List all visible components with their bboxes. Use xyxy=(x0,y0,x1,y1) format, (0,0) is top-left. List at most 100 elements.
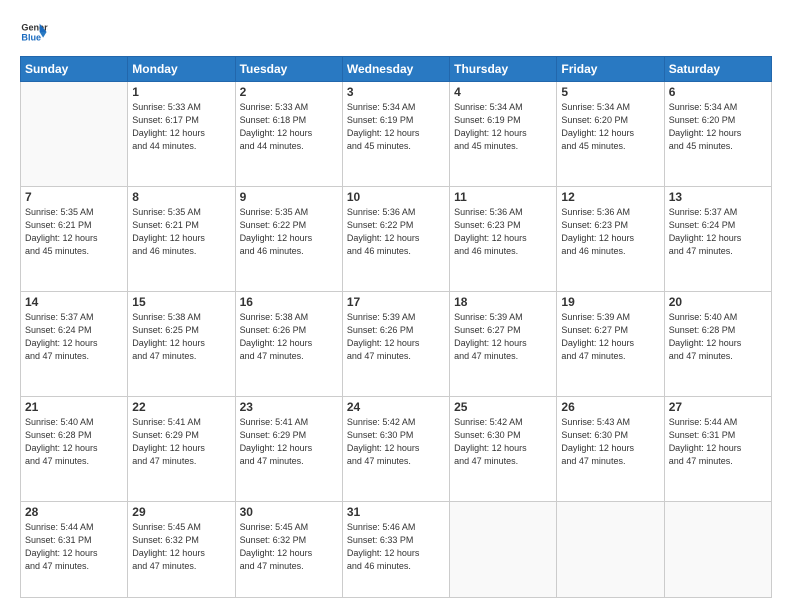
day-number: 20 xyxy=(669,295,767,309)
day-cell: 15 Sunrise: 5:38 AM Sunset: 6:25 PM Dayli… xyxy=(128,291,235,396)
day-info: Sunrise: 5:43 AM Sunset: 6:30 PM Dayligh… xyxy=(561,416,659,468)
day-info: Sunrise: 5:45 AM Sunset: 6:32 PM Dayligh… xyxy=(132,521,230,573)
day-cell: 4 Sunrise: 5:34 AM Sunset: 6:19 PM Daylig… xyxy=(450,82,557,187)
day-number: 25 xyxy=(454,400,552,414)
day-number: 31 xyxy=(347,505,445,519)
day-info: Sunrise: 5:37 AM Sunset: 6:24 PM Dayligh… xyxy=(669,206,767,258)
week-row-4: 21 Sunrise: 5:40 AM Sunset: 6:28 PM Dayli… xyxy=(21,396,772,501)
header-row: SundayMondayTuesdayWednesdayThursdayFrid… xyxy=(21,57,772,82)
day-cell: 8Sunrise: 5:35 AM Sunset: 6:21 PM Daylig… xyxy=(128,186,235,291)
day-info: Sunrise: 5:38 AM Sunset: 6:25 PM Dayligh… xyxy=(132,311,230,363)
day-cell: 27 Sunrise: 5:44 AM Sunset: 6:31 PM Dayli… xyxy=(664,396,771,501)
day-cell: 25Sunrise: 5:42 AM Sunset: 6:30 PM Dayli… xyxy=(450,396,557,501)
day-number: 9 xyxy=(240,190,338,204)
day-number: 11 xyxy=(454,190,552,204)
day-number: 27 xyxy=(669,400,767,414)
day-number: 30 xyxy=(240,505,338,519)
svg-text:Blue: Blue xyxy=(21,32,41,42)
day-cell: 10 Sunrise: 5:36 AM Sunset: 6:22 PM Dayli… xyxy=(342,186,449,291)
day-cell: 16 Sunrise: 5:38 AM Sunset: 6:26 PM Dayli… xyxy=(235,291,342,396)
day-cell: 19 Sunrise: 5:39 AM Sunset: 6:27 PM Dayli… xyxy=(557,291,664,396)
day-info: Sunrise: 5:35 AM Sunset: 6:22 PM Dayligh… xyxy=(240,206,338,258)
day-info: Sunrise: 5:33 AM Sunset: 6:17 PM Dayligh… xyxy=(132,101,230,153)
day-number: 1 xyxy=(132,85,230,99)
day-number: 6 xyxy=(669,85,767,99)
day-info: Sunrise: 5:42 AM Sunset: 6:30 PM Dayligh… xyxy=(347,416,445,468)
day-cell: 24 Sunrise: 5:42 AM Sunset: 6:30 PM Dayli… xyxy=(342,396,449,501)
day-cell: 6 Sunrise: 5:34 AM Sunset: 6:20 PM Daylig… xyxy=(664,82,771,187)
day-number: 18 xyxy=(454,295,552,309)
logo: General Blue xyxy=(20,18,50,46)
col-header-thursday: Thursday xyxy=(450,57,557,82)
day-cell: 23 Sunrise: 5:41 AM Sunset: 6:29 PM Dayli… xyxy=(235,396,342,501)
day-info: Sunrise: 5:41 AM Sunset: 6:29 PM Dayligh… xyxy=(132,416,230,468)
day-cell: 1 Sunrise: 5:33 AM Sunset: 6:17 PM Daylig… xyxy=(128,82,235,187)
day-info: Sunrise: 5:46 AM Sunset: 6:33 PM Dayligh… xyxy=(347,521,445,573)
day-cell: 22 Sunrise: 5:41 AM Sunset: 6:29 PM Dayli… xyxy=(128,396,235,501)
day-cell xyxy=(664,501,771,597)
col-header-friday: Friday xyxy=(557,57,664,82)
day-info: Sunrise: 5:44 AM Sunset: 6:31 PM Dayligh… xyxy=(25,521,123,573)
day-number: 10 xyxy=(347,190,445,204)
day-number: 21 xyxy=(25,400,123,414)
day-info: Sunrise: 5:40 AM Sunset: 6:28 PM Dayligh… xyxy=(25,416,123,468)
col-header-tuesday: Tuesday xyxy=(235,57,342,82)
day-info: Sunrise: 5:36 AM Sunset: 6:22 PM Dayligh… xyxy=(347,206,445,258)
day-info: Sunrise: 5:44 AM Sunset: 6:31 PM Dayligh… xyxy=(669,416,767,468)
day-info: Sunrise: 5:34 AM Sunset: 6:19 PM Dayligh… xyxy=(454,101,552,153)
col-header-monday: Monday xyxy=(128,57,235,82)
day-cell: 17Sunrise: 5:39 AM Sunset: 6:26 PM Dayli… xyxy=(342,291,449,396)
day-number: 24 xyxy=(347,400,445,414)
day-info: Sunrise: 5:38 AM Sunset: 6:26 PM Dayligh… xyxy=(240,311,338,363)
week-row-5: 28 Sunrise: 5:44 AM Sunset: 6:31 PM Dayli… xyxy=(21,501,772,597)
day-info: Sunrise: 5:36 AM Sunset: 6:23 PM Dayligh… xyxy=(561,206,659,258)
week-row-1: 1 Sunrise: 5:33 AM Sunset: 6:17 PM Daylig… xyxy=(21,82,772,187)
day-number: 14 xyxy=(25,295,123,309)
day-cell xyxy=(450,501,557,597)
day-info: Sunrise: 5:39 AM Sunset: 6:27 PM Dayligh… xyxy=(561,311,659,363)
day-number: 7 xyxy=(25,190,123,204)
day-number: 5 xyxy=(561,85,659,99)
day-info: Sunrise: 5:34 AM Sunset: 6:20 PM Dayligh… xyxy=(561,101,659,153)
day-info: Sunrise: 5:33 AM Sunset: 6:18 PM Dayligh… xyxy=(240,101,338,153)
day-cell: 12 Sunrise: 5:36 AM Sunset: 6:23 PM Dayli… xyxy=(557,186,664,291)
week-row-2: 7 Sunrise: 5:35 AM Sunset: 6:21 PM Daylig… xyxy=(21,186,772,291)
day-number: 23 xyxy=(240,400,338,414)
day-cell: 7 Sunrise: 5:35 AM Sunset: 6:21 PM Daylig… xyxy=(21,186,128,291)
day-number: 12 xyxy=(561,190,659,204)
day-info: Sunrise: 5:34 AM Sunset: 6:19 PM Dayligh… xyxy=(347,101,445,153)
day-cell: 30Sunrise: 5:45 AM Sunset: 6:32 PM Dayli… xyxy=(235,501,342,597)
day-cell: 13 Sunrise: 5:37 AM Sunset: 6:24 PM Dayli… xyxy=(664,186,771,291)
day-number: 28 xyxy=(25,505,123,519)
day-number: 8 xyxy=(132,190,230,204)
col-header-wednesday: Wednesday xyxy=(342,57,449,82)
day-cell: 5 Sunrise: 5:34 AM Sunset: 6:20 PM Daylig… xyxy=(557,82,664,187)
day-cell: 21 Sunrise: 5:40 AM Sunset: 6:28 PM Dayli… xyxy=(21,396,128,501)
col-header-sunday: Sunday xyxy=(21,57,128,82)
day-number: 29 xyxy=(132,505,230,519)
day-cell: 20Sunrise: 5:40 AM Sunset: 6:28 PM Dayli… xyxy=(664,291,771,396)
day-cell: 3 Sunrise: 5:34 AM Sunset: 6:19 PM Daylig… xyxy=(342,82,449,187)
day-number: 15 xyxy=(132,295,230,309)
day-info: Sunrise: 5:34 AM Sunset: 6:20 PM Dayligh… xyxy=(669,101,767,153)
day-info: Sunrise: 5:39 AM Sunset: 6:26 PM Dayligh… xyxy=(347,311,445,363)
day-info: Sunrise: 5:41 AM Sunset: 6:29 PM Dayligh… xyxy=(240,416,338,468)
day-info: Sunrise: 5:37 AM Sunset: 6:24 PM Dayligh… xyxy=(25,311,123,363)
day-cell: 31 Sunrise: 5:46 AM Sunset: 6:33 PM Dayli… xyxy=(342,501,449,597)
day-number: 3 xyxy=(347,85,445,99)
day-number: 16 xyxy=(240,295,338,309)
day-number: 22 xyxy=(132,400,230,414)
day-cell: 14 Sunrise: 5:37 AM Sunset: 6:24 PM Dayli… xyxy=(21,291,128,396)
day-cell: 28 Sunrise: 5:44 AM Sunset: 6:31 PM Dayli… xyxy=(21,501,128,597)
day-cell: 29 Sunrise: 5:45 AM Sunset: 6:32 PM Dayli… xyxy=(128,501,235,597)
day-number: 26 xyxy=(561,400,659,414)
day-info: Sunrise: 5:35 AM Sunset: 6:21 PM Dayligh… xyxy=(25,206,123,258)
day-cell xyxy=(557,501,664,597)
day-number: 19 xyxy=(561,295,659,309)
week-row-3: 14 Sunrise: 5:37 AM Sunset: 6:24 PM Dayli… xyxy=(21,291,772,396)
day-cell: 18Sunrise: 5:39 AM Sunset: 6:27 PM Dayli… xyxy=(450,291,557,396)
day-cell: 9 Sunrise: 5:35 AM Sunset: 6:22 PM Daylig… xyxy=(235,186,342,291)
day-cell xyxy=(21,82,128,187)
day-number: 13 xyxy=(669,190,767,204)
day-number: 4 xyxy=(454,85,552,99)
